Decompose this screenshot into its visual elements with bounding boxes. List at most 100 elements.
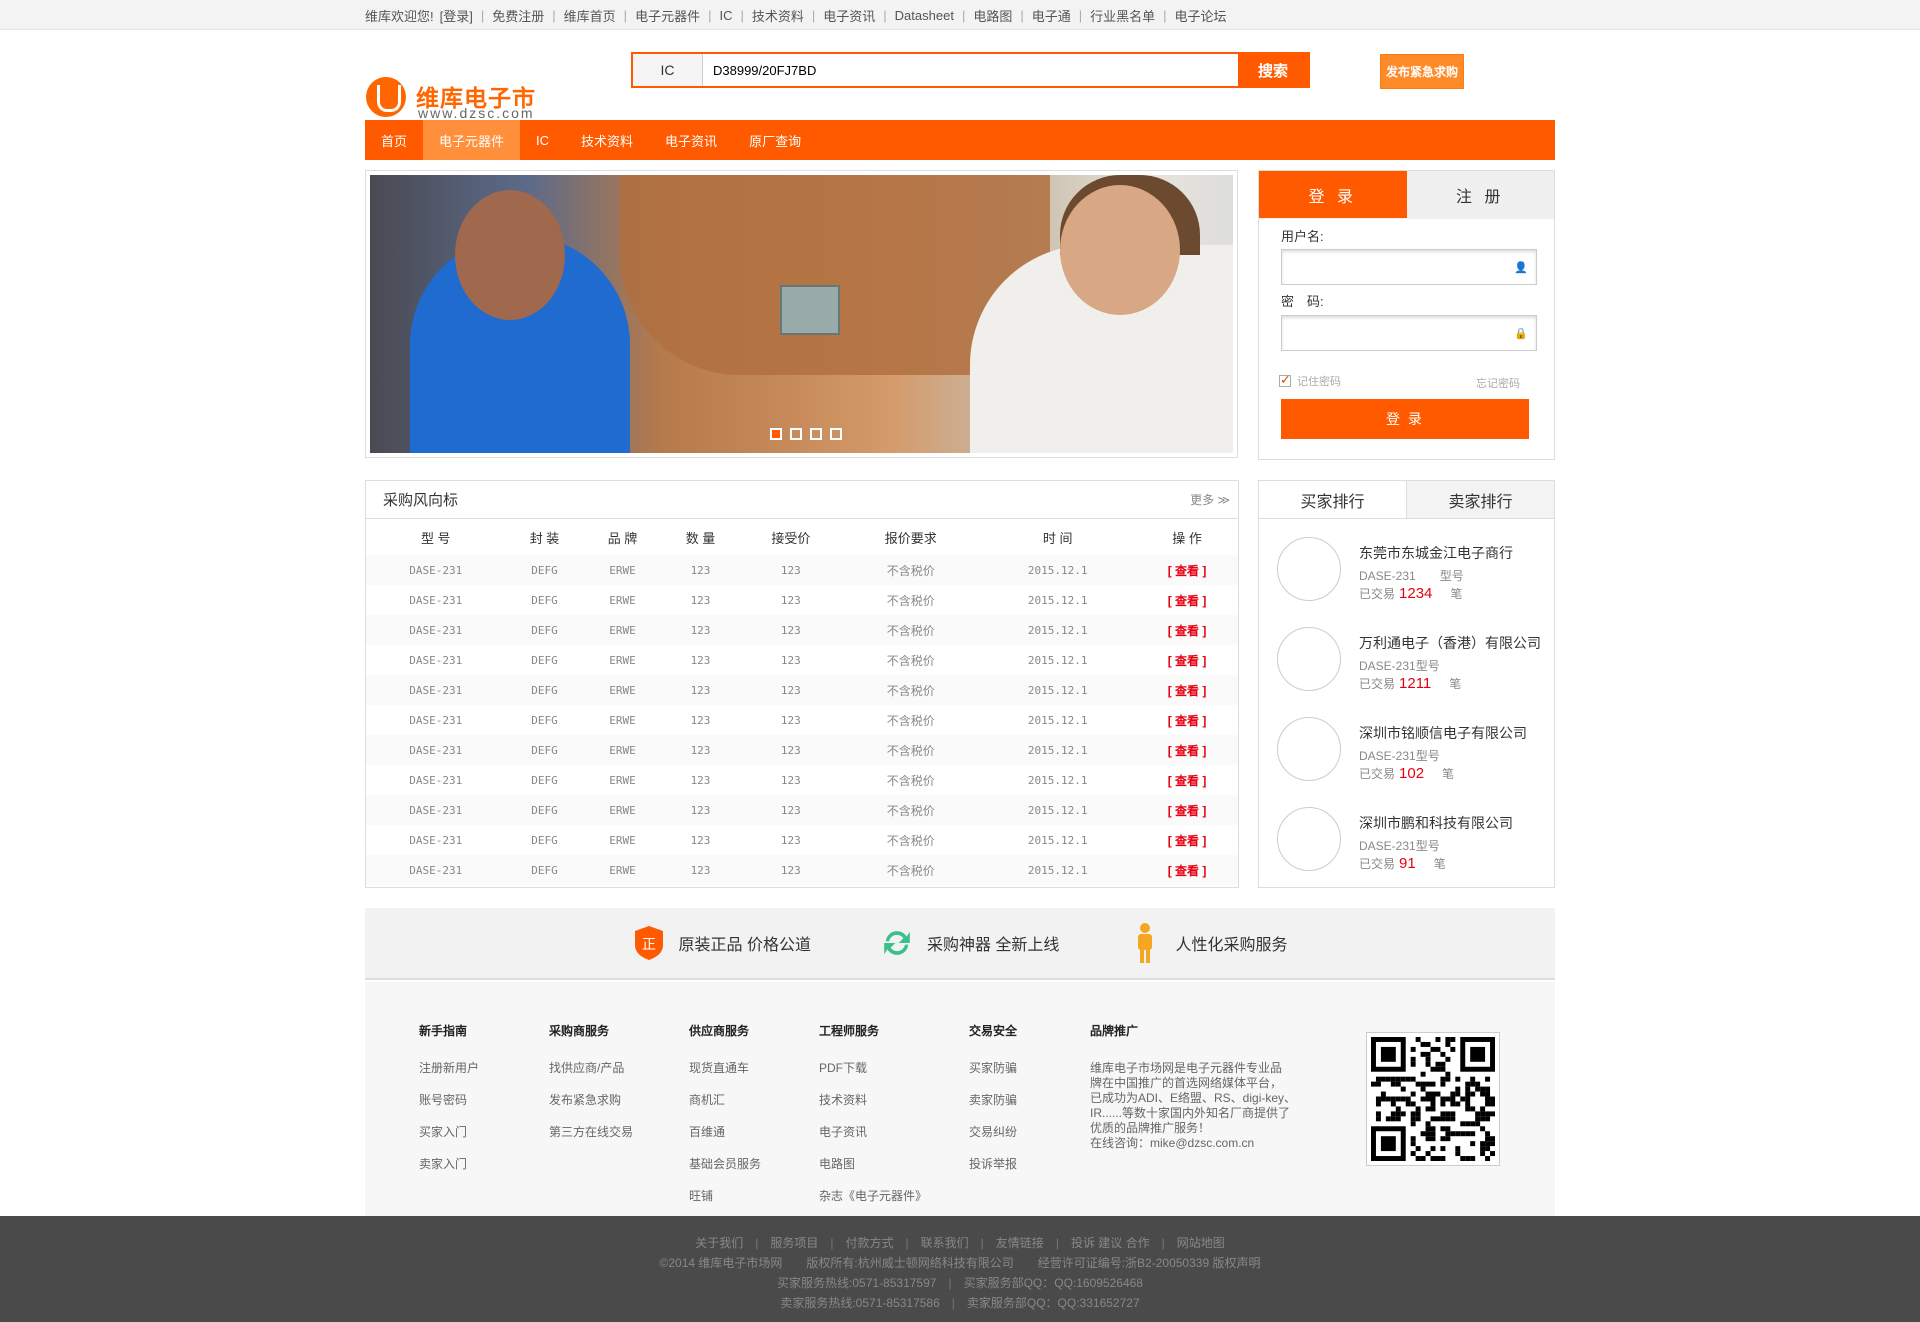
search-button[interactable]: 搜索 <box>1238 54 1308 86</box>
ranking-item[interactable]: 深圳市铭顺信电子有限公司 DASE-231型号 已交易 102 笔 <box>1259 717 1554 807</box>
tab-seller-ranking[interactable]: 卖家排行 <box>1407 481 1554 518</box>
qr-module <box>1470 1091 1476 1097</box>
nav-item[interactable]: 技术资料 <box>565 120 649 160</box>
search-category-select[interactable]: IC <box>633 54 703 86</box>
topbar-link[interactable]: Datasheet <box>895 8 954 23</box>
topbar-link[interactable]: 维库首页 <box>564 6 616 25</box>
bottom-link[interactable]: 投诉 建议 合作 <box>1071 1236 1150 1250</box>
forgot-password-link[interactable]: 忘记密码 <box>1476 375 1520 391</box>
footer-link[interactable]: PDF下载 <box>819 1059 927 1076</box>
topbar-link[interactable]: 电子论坛 <box>1175 6 1227 25</box>
company-name[interactable]: 万利通电子（香港）有限公司 <box>1359 633 1541 653</box>
nav-item[interactable]: 原厂查询 <box>733 120 817 160</box>
footer-link[interactable]: 买家防骗 <box>969 1059 1017 1076</box>
footer-link[interactable]: 技术资料 <box>819 1091 927 1108</box>
footer-link[interactable]: 电子资讯 <box>819 1123 927 1140</box>
topbar-link[interactable]: 电子资讯 <box>823 6 875 25</box>
footer-link[interactable]: 发布紧急求购 <box>549 1091 633 1108</box>
view-link[interactable]: [ 查看 ] <box>1136 825 1238 855</box>
footer-link[interactable]: 商机汇 <box>689 1091 761 1108</box>
username-input[interactable]: 👤 <box>1281 249 1537 285</box>
qr-module <box>1410 1151 1416 1157</box>
view-link[interactable]: [ 查看 ] <box>1136 735 1238 765</box>
qr-module <box>1445 1071 1451 1077</box>
table-cell: ERWE <box>609 713 636 727</box>
topbar-link[interactable]: 技术资料 <box>752 6 804 25</box>
topbar-link[interactable]: 电路图 <box>973 6 1012 25</box>
qr-module <box>1490 1151 1495 1157</box>
company-name[interactable]: 深圳市鹏和科技有限公司 <box>1359 813 1513 833</box>
view-link[interactable]: [ 查看 ] <box>1136 855 1238 885</box>
qr-module <box>1395 1096 1401 1102</box>
bottom-link[interactable]: 网站地图 <box>1177 1236 1225 1250</box>
footer-link[interactable]: 电路图 <box>819 1155 927 1172</box>
footer-link[interactable]: 旺铺 <box>689 1187 761 1204</box>
login-submit-button[interactable]: 登 录 <box>1281 399 1529 439</box>
topbar-link[interactable]: 电子元器件 <box>635 6 700 25</box>
ranking-item[interactable]: 东莞市东城金江电子商行 DASE-231 型号 已交易 1234 笔 <box>1259 537 1554 627</box>
nav-item[interactable]: 电子资讯 <box>649 120 733 160</box>
qr-module <box>1440 1096 1446 1102</box>
view-link[interactable]: [ 查看 ] <box>1136 765 1238 795</box>
company-name[interactable]: 深圳市铭顺信电子有限公司 <box>1359 723 1527 743</box>
carousel-dot[interactable] <box>790 428 802 440</box>
ranking-item[interactable]: 万利通电子（香港）有限公司 DASE-231型号 已交易 1211 笔 <box>1259 627 1554 717</box>
bottom-link[interactable]: 关于我们 <box>695 1236 743 1250</box>
qr-module <box>1485 1076 1491 1082</box>
password-input[interactable]: 🔒 <box>1281 315 1537 351</box>
footer-link[interactable]: 注册新用户 <box>419 1059 479 1076</box>
banner-image[interactable] <box>370 175 1233 453</box>
search-input[interactable] <box>703 54 1238 86</box>
nav-item[interactable]: IC <box>520 120 565 160</box>
view-link[interactable]: [ 查看 ] <box>1136 795 1238 825</box>
view-link[interactable]: [ 查看 ] <box>1136 705 1238 735</box>
footer-link[interactable]: 杂志《电子元器件》 <box>819 1187 927 1204</box>
carousel-dot[interactable] <box>810 428 822 440</box>
view-link[interactable]: [ 查看 ] <box>1136 675 1238 705</box>
topbar-link[interactable]: IC <box>719 8 732 23</box>
view-link[interactable]: [ 查看 ] <box>1136 615 1238 645</box>
footer-link[interactable]: 账号密码 <box>419 1091 479 1108</box>
ranking-item[interactable]: 深圳市鹏和科技有限公司 DASE-231型号 已交易 91 笔 <box>1259 807 1554 897</box>
tab-register[interactable]: 注 册 <box>1406 171 1554 218</box>
footer-link[interactable]: 第三方在线交易 <box>549 1123 633 1140</box>
bottom-link[interactable]: 付款方式 <box>846 1236 894 1250</box>
table-cell: DEFG <box>505 615 584 645</box>
site-logo[interactable]: 维库电子市场 www.dzsc.com <box>366 77 546 145</box>
footer-link[interactable]: 卖家入门 <box>419 1155 479 1172</box>
bottom-link[interactable]: 服务项目 <box>770 1236 818 1250</box>
more-link[interactable]: 更多 ≫ <box>1190 491 1230 508</box>
bottom-link[interactable]: 友情链接 <box>996 1236 1044 1250</box>
bottom-link[interactable]: 联系我们 <box>921 1236 969 1250</box>
footer-link[interactable]: 交易纠纷 <box>969 1123 1017 1140</box>
topbar-link[interactable]: 免费注册 <box>492 6 544 25</box>
footer-link[interactable]: 卖家防骗 <box>969 1091 1017 1108</box>
qr-module <box>1470 1156 1476 1161</box>
view-link[interactable]: [ 查看 ] <box>1136 645 1238 675</box>
qr-module <box>1425 1121 1431 1127</box>
footer-link[interactable]: 买家入门 <box>419 1123 479 1140</box>
footer-link[interactable]: 基础会员服务 <box>689 1155 761 1172</box>
topbar-link[interactable]: [登录] <box>440 6 473 25</box>
remember-checkbox[interactable] <box>1279 372 1291 388</box>
company-name[interactable]: 东莞市东城金江电子商行 <box>1359 543 1513 563</box>
footer-link[interactable]: 现货直通车 <box>689 1059 761 1076</box>
nav-item[interactable]: 首页 <box>365 120 423 160</box>
view-link[interactable]: [ 查看 ] <box>1136 555 1238 585</box>
urgent-purchase-button[interactable]: 发布紧急求购 <box>1380 54 1464 89</box>
qr-module <box>1430 1066 1436 1072</box>
tab-buyer-ranking[interactable]: 买家排行 <box>1259 481 1407 518</box>
view-link[interactable]: [ 查看 ] <box>1136 585 1238 615</box>
topbar-link[interactable]: 行业黑名单 <box>1090 6 1155 25</box>
logo-mark-icon <box>366 77 406 117</box>
nav-item[interactable]: 电子元器件 <box>423 120 521 160</box>
tab-login[interactable]: 登 录 <box>1259 171 1407 218</box>
footer-link[interactable]: 找供应商/产品 <box>549 1059 633 1076</box>
qr-module <box>1395 1081 1401 1087</box>
carousel-dot[interactable] <box>830 428 842 440</box>
remember-password[interactable]: 记住密码 <box>1279 372 1341 389</box>
topbar-link[interactable]: 电子通 <box>1032 6 1071 25</box>
carousel-dot[interactable] <box>770 428 782 440</box>
footer-link[interactable]: 投诉举报 <box>969 1155 1017 1172</box>
footer-link[interactable]: 百维通 <box>689 1123 761 1140</box>
